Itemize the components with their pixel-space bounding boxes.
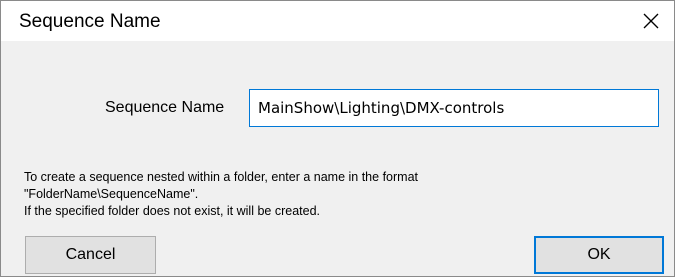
close-icon — [643, 13, 659, 29]
help-line: If the specified folder does not exist, … — [24, 204, 320, 218]
help-text: To create a sequence nested within a fol… — [24, 169, 644, 220]
close-button[interactable] — [628, 1, 674, 41]
help-line: To create a sequence nested within a fol… — [24, 170, 418, 184]
sequence-name-dialog: Sequence Name Sequence Name To create a … — [0, 0, 675, 277]
sequence-name-input[interactable] — [249, 89, 659, 127]
sequence-name-label: Sequence Name — [105, 99, 225, 116]
dialog-title: Sequence Name — [19, 11, 161, 32]
cancel-button[interactable]: Cancel — [25, 236, 156, 274]
help-line: "FolderName\SequenceName". — [24, 187, 199, 201]
title-bar: Sequence Name — [1, 1, 674, 41]
ok-button[interactable]: OK — [534, 236, 664, 274]
